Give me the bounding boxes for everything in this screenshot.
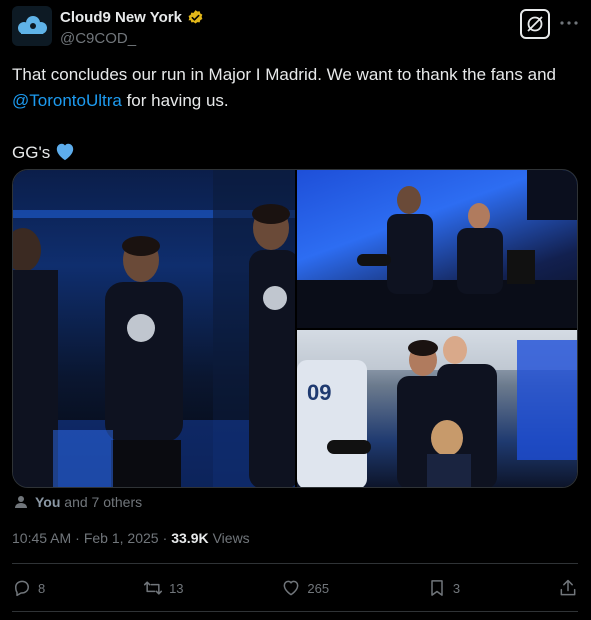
views-label: Views [212, 530, 250, 546]
photo-players-celebrating[interactable]: 09 [297, 330, 577, 487]
photo-players-at-station[interactable] [297, 170, 577, 328]
divider-top [12, 563, 578, 564]
repost-icon [143, 581, 163, 595]
tweet-time[interactable]: 10:45 AM [12, 530, 71, 546]
divider-bottom [12, 611, 578, 612]
tweet-date[interactable]: Feb 1, 2025 [84, 530, 159, 546]
person-icon [15, 496, 27, 508]
author-name-row: Cloud9 New York [60, 9, 204, 26]
tweet-meta: 10:45 AM · Feb 1, 2025 · 33.9K Views [12, 530, 250, 546]
cloud9-logo-icon [18, 16, 47, 34]
views-count: 33.9K [171, 530, 209, 546]
share-button[interactable] [558, 578, 578, 598]
like-count: 265 [307, 580, 330, 596]
reply-button[interactable]: 8 [12, 578, 45, 598]
reply-count: 8 [38, 580, 46, 596]
grok-icon [527, 16, 543, 32]
media-grid: 09 [12, 169, 578, 488]
liked-by-others: and 7 others [64, 494, 143, 510]
meta-separator-2: · [162, 530, 168, 546]
liked-by-row[interactable]: You and 7 others [14, 494, 142, 510]
author-handle[interactable]: @C9COD_ [60, 30, 136, 47]
reply-icon [15, 580, 29, 597]
action-bar: 8 13 265 3 [12, 566, 578, 610]
like-heart-icon [283, 580, 299, 596]
tweet-text-part3: GG's [12, 143, 51, 162]
liked-by-you: You [35, 494, 61, 510]
meta-separator: · [75, 530, 80, 546]
blue-heart-icon [57, 143, 74, 161]
author-display-name[interactable]: Cloud9 New York [60, 9, 182, 26]
bookmark-icon [431, 580, 443, 596]
tweet-text-part2: for having us. [121, 91, 229, 110]
station-scene-illustration [297, 170, 577, 328]
more-options-button[interactable] [559, 9, 579, 37]
bookmark-button[interactable]: 3 [427, 578, 460, 598]
mention-link[interactable]: @TorontoUltra [12, 91, 122, 110]
like-button[interactable]: 265 [281, 578, 329, 598]
photo-players-on-stage[interactable] [13, 170, 295, 487]
stage-scene-illustration [13, 170, 295, 487]
tweet-text: That concludes our run in Major I Madrid… [12, 62, 577, 166]
more-options-icon [560, 21, 578, 25]
bookmark-count: 3 [452, 580, 461, 596]
jersey-number: 09 [307, 380, 331, 405]
share-icon [560, 579, 576, 596]
tweet-text-part1: That concludes our run in Major I Madrid… [12, 65, 561, 84]
repost-button[interactable]: 13 [143, 578, 184, 598]
gold-verified-badge-icon [188, 10, 203, 24]
repost-count: 13 [169, 580, 184, 596]
celebration-scene-illustration: 09 [297, 330, 577, 487]
author-avatar[interactable] [12, 6, 52, 46]
grok-button[interactable] [520, 9, 550, 39]
